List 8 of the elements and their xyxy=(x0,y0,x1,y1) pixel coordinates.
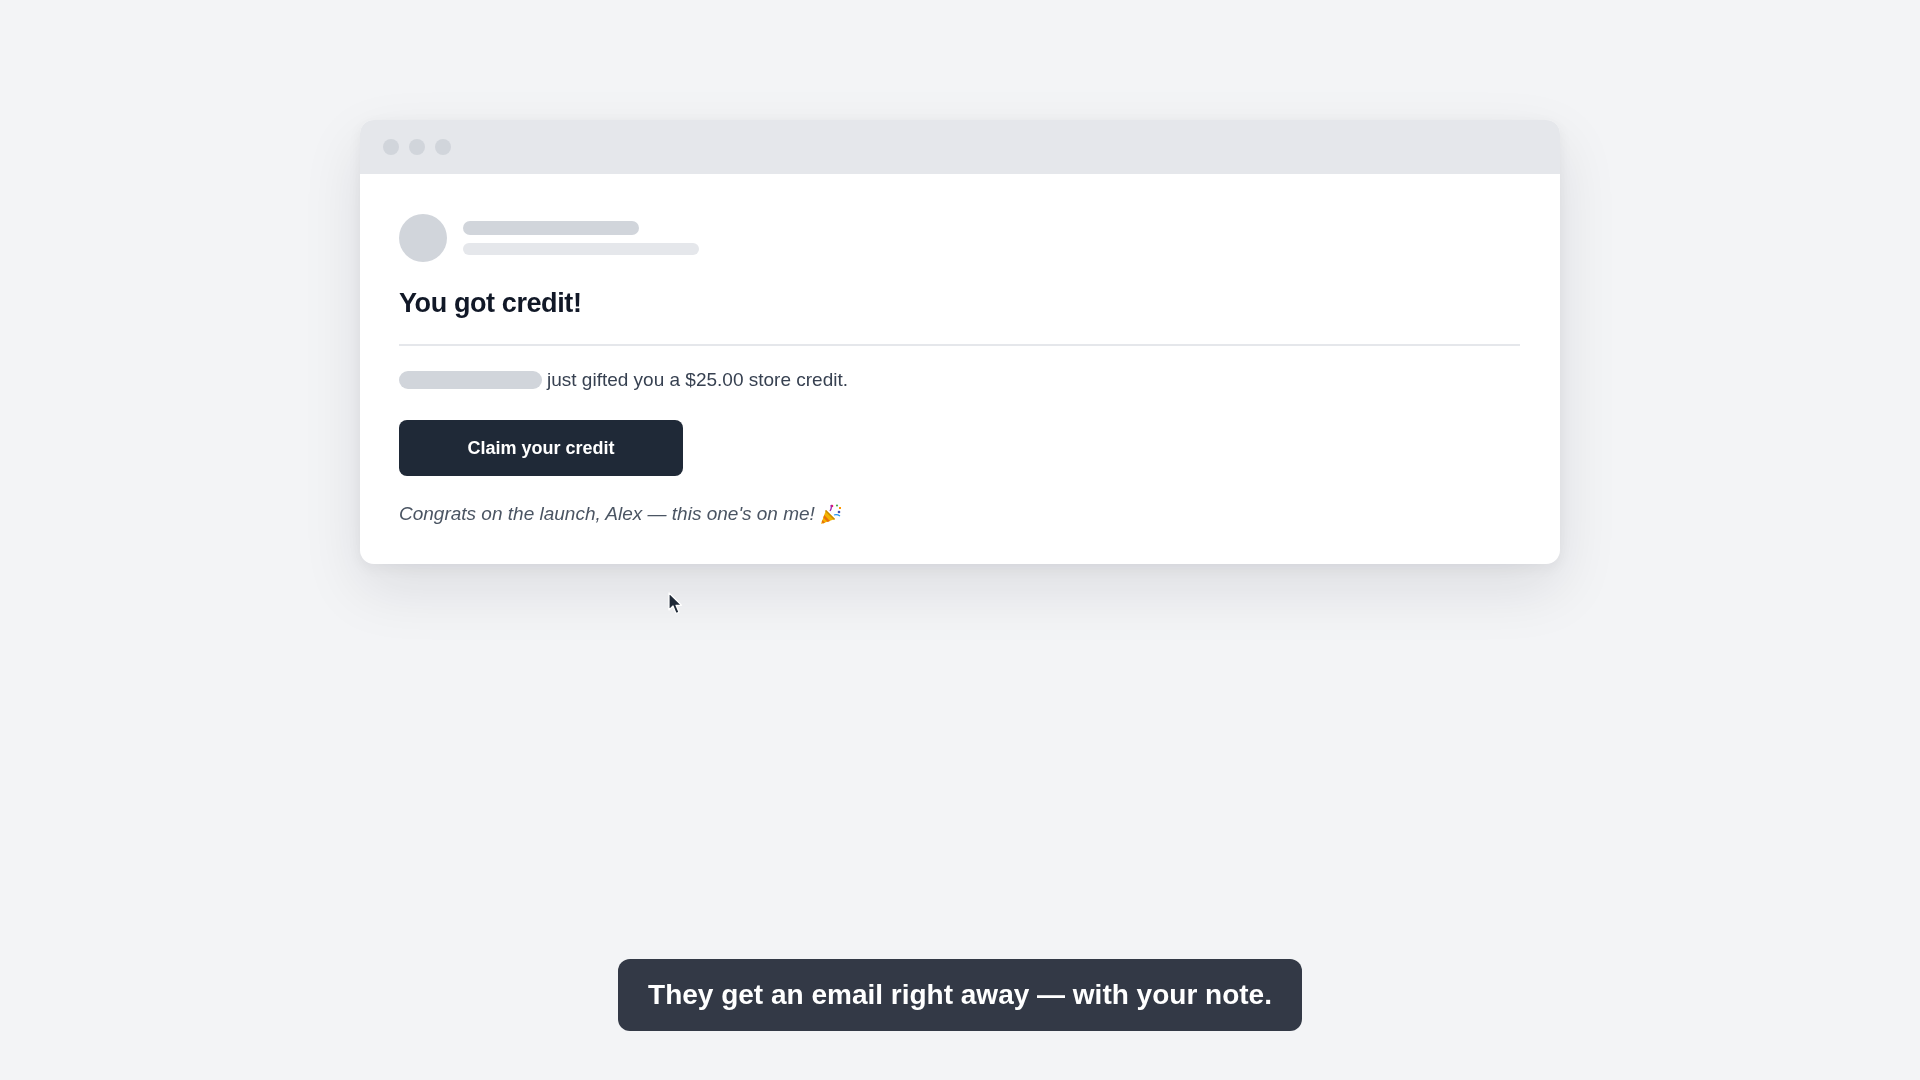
caption-banner: They get an email right away — with your note. xyxy=(618,959,1302,1031)
gift-message: just gifted you a $25.00 store credit. xyxy=(547,368,848,392)
email-heading: You got credit! xyxy=(399,287,582,320)
claim-credit-button[interactable]: Claim your credit xyxy=(399,420,683,476)
party-popper-icon xyxy=(819,503,842,525)
mouse-pointer-icon xyxy=(668,592,683,615)
avatar-placeholder xyxy=(399,214,447,262)
personal-note: Congrats on the launch, Alex — this one's on me! xyxy=(399,502,815,526)
